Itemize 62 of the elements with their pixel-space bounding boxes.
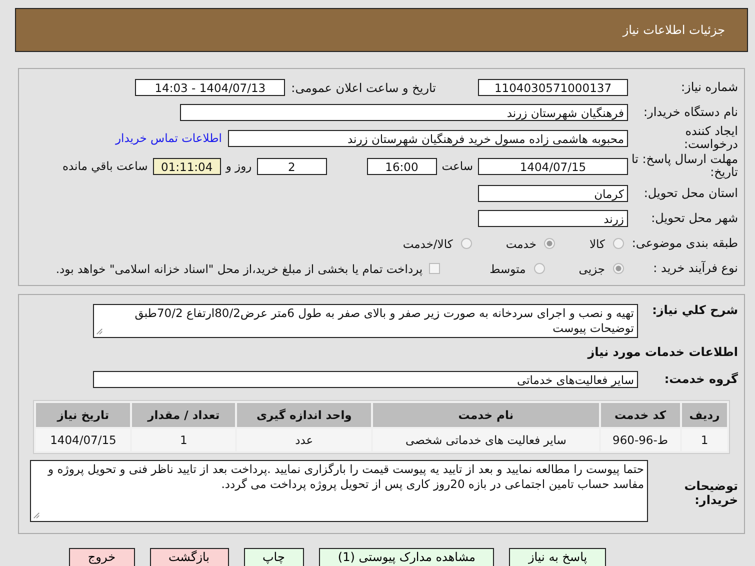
field-label: مهلت ارسال پاسخ: تا تاریخ: xyxy=(630,153,739,180)
field-label: ایجاد کننده درخواست: xyxy=(683,125,739,152)
radio-label: جزیی xyxy=(578,262,605,276)
need-number-field: 1104030571000137 xyxy=(478,79,628,96)
field-label: ساعت باقي مانده xyxy=(62,159,148,174)
column-header: تعداد / مقدار xyxy=(132,403,235,428)
action-button[interactable]: پاسخ به نیاز xyxy=(509,548,606,566)
page-title: جزئیات اطلاعات نیاز xyxy=(622,23,725,37)
column-header: ردیف xyxy=(682,403,727,428)
table-cell: ط-96-960 xyxy=(600,429,680,452)
section-heading: اطلاعات خدمات مورد نیاز xyxy=(586,344,739,362)
table-cell: 1 xyxy=(682,429,727,452)
field-label: نام دستگاه خریدار: xyxy=(642,106,739,120)
field-label: شرح کلي نیاز: xyxy=(651,304,739,318)
column-header: تاریخ نیاز xyxy=(36,403,130,428)
table-cell: سایر فعالیت های خدماتی شخصی xyxy=(373,429,599,452)
action-button[interactable]: بازگشت xyxy=(150,548,228,566)
field-label: طبقه بندی موضوعی: xyxy=(630,237,739,250)
deadline-date-field: 1404/07/15 xyxy=(478,158,628,175)
requester-field: محبوبه هاشمی زاده مسول خرید فرهنگیان شهرستان زرند xyxy=(228,130,628,147)
resize-handle-icon[interactable] xyxy=(96,328,103,336)
radio-label: خدمت xyxy=(506,236,536,251)
field-label: شهر محل تحویل: xyxy=(650,212,739,226)
radio-button[interactable] xyxy=(544,238,556,250)
action-button[interactable]: مشاهده مدارک پیوستی (1) xyxy=(318,548,494,566)
buyer-notes-field: حتما پیوست را مطالعه نمایید و بعد از تایید یه پیوست قیمت را بارگزاری نمایید .پرداخت بعد از تایید ناظر فنی و تحویل پروژه و مفاسد حساب تامین اجتماعی در بازه 20روز کاری پس از تحویل پروژه پرداخت می گردد. xyxy=(30,460,648,522)
action-button[interactable]: چاپ xyxy=(244,548,304,566)
column-header: واحد اندازه گیری xyxy=(236,403,372,428)
radio-label: کالا/خدمت xyxy=(402,236,453,251)
checkbox-label: پرداخت تمام یا بخشی از مبلغ خرید،از محل "اسناد خزانه اسلامی" خواهد بود. xyxy=(56,262,423,276)
column-header: نام خدمت xyxy=(373,403,599,428)
field-label: شماره نیاز: xyxy=(680,80,739,94)
remaining-time-field: 01:11:04 xyxy=(152,158,221,175)
radio-label: کالا xyxy=(589,236,605,251)
field-label: نوع فرآیند خرید : xyxy=(652,262,739,276)
field-label: تاریخ و ساعت اعلان عمومی: xyxy=(291,80,436,94)
field-label: گروه خدمت: xyxy=(663,373,739,386)
column-header: کد خدمت xyxy=(600,403,680,428)
radio-button[interactable] xyxy=(534,263,545,274)
buyer-contact-link[interactable]: اطلاعات تماس خریدار xyxy=(115,131,222,146)
field-label: ساعت xyxy=(442,159,473,174)
table-cell: 1 xyxy=(132,429,235,452)
days-field: 2 xyxy=(256,158,327,175)
radio-button[interactable] xyxy=(613,238,624,250)
field-label: استان محل تحویل: xyxy=(642,187,739,200)
deadline-time-field: 16:00 xyxy=(366,158,437,175)
city-field: زرند xyxy=(478,210,628,228)
table-cell: عدد xyxy=(236,429,372,452)
announce-date-field: 1404/07/13 - 14:03 xyxy=(135,79,286,96)
radio-label: متوسط xyxy=(490,262,526,276)
description-field: تهیه و نصب و اجرای سردخانه به صورت زیر صفر و بالای صفر به طول 6متر عرض80/2ارتفاع 70/2طبق توضیحات پیوست xyxy=(93,304,638,338)
resize-handle-icon[interactable] xyxy=(33,512,40,520)
buyer-org-field: فرهنگیان شهرستان زرند xyxy=(180,104,628,121)
radio-button[interactable] xyxy=(613,263,624,274)
radio-button[interactable] xyxy=(460,238,472,250)
service-group-field: سایر فعالیت‌های خدماتی xyxy=(93,371,638,388)
checkbox[interactable] xyxy=(428,263,440,274)
action-button[interactable]: خروج xyxy=(68,548,134,566)
table-cell: 1404/07/15 xyxy=(36,429,130,452)
province-field: کرمان xyxy=(478,185,628,202)
field-label: روز و xyxy=(226,159,252,174)
field-label: توضیحات خریدار: xyxy=(683,480,739,507)
